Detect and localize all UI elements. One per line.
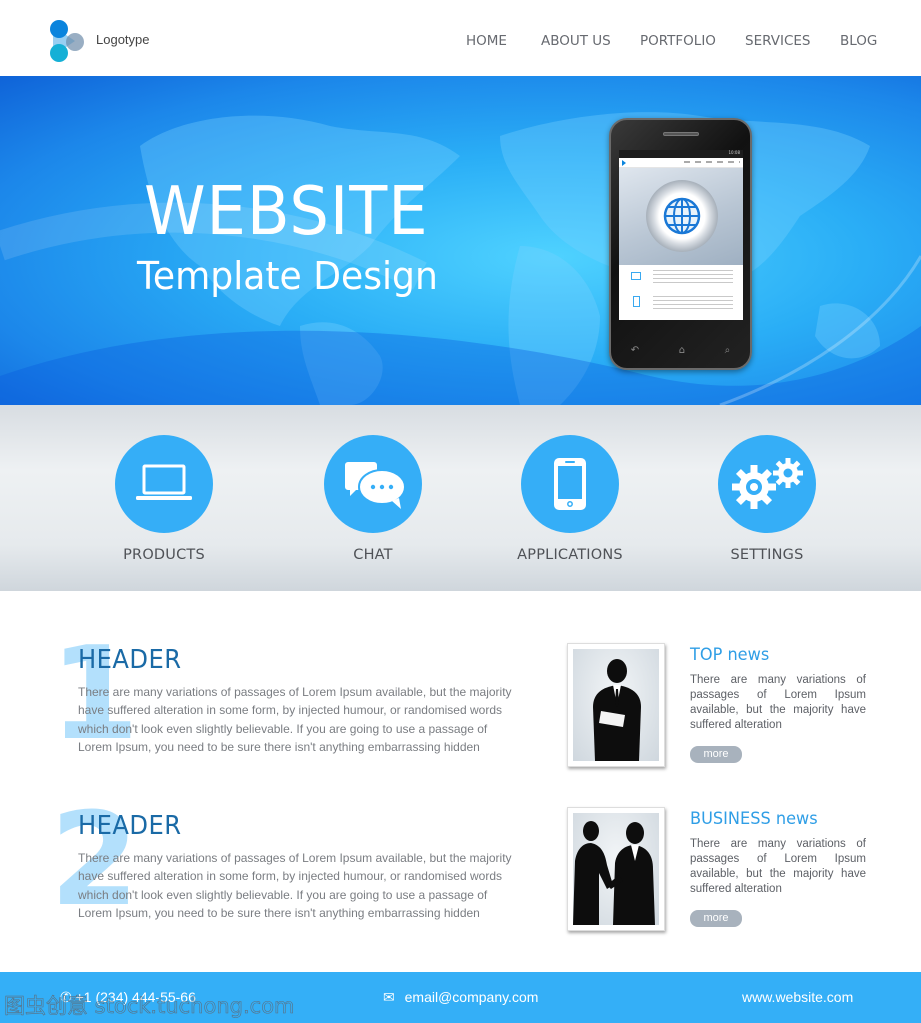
article-2: 2 HEADER There are many variations of pa… <box>50 797 520 941</box>
phone-time: 10:08 <box>728 150 740 155</box>
smartphone-mockup: 10:08 ↶ ⌂ ⌕ <box>609 118 752 370</box>
phone-mini-nav <box>619 158 743 168</box>
nav-home[interactable]: HOME <box>466 33 507 49</box>
back-icon: ↶ <box>630 345 640 356</box>
feature-label: PRODUCTS <box>123 547 205 563</box>
footer-website[interactable]: www.website.com <box>742 989 853 1005</box>
feature-settings[interactable]: SETTINGS <box>687 435 847 563</box>
article-body: There are many variations of passages of… <box>78 685 512 754</box>
news-photo[interactable] <box>567 807 665 931</box>
phone-screen: 10:08 <box>619 150 743 320</box>
globe-icon <box>646 180 718 252</box>
hero-banner: WEBSITE Template Design 10:08 ↶ ⌂ ⌕ <box>0 76 921 405</box>
nav-portfolio[interactable]: PORTFOLIO <box>640 33 716 49</box>
world-map-background <box>0 112 921 405</box>
news-item-top: TOP news There are many variations of pa… <box>567 643 867 773</box>
chat-bubbles-icon <box>345 462 406 509</box>
footer-email[interactable]: ✉ email@company.com <box>383 989 538 1006</box>
home-icon: ⌂ <box>678 345 686 356</box>
gears-icon <box>732 458 803 509</box>
feature-label: CHAT <box>353 547 393 563</box>
envelope-icon: ✉ <box>383 989 395 1005</box>
top-navigation-bar: Logotype HOME ABOUT US PORTFOLIO SERVICE… <box>0 0 921 76</box>
phone-mini-row <box>619 291 743 317</box>
features-band: PRODUCTS CHAT APPLICATIONS SETTINGS <box>0 405 921 591</box>
news-title[interactable]: BUSINESS news <box>690 809 818 829</box>
smartphone-icon <box>554 458 586 510</box>
article-body: There are many variations of passages of… <box>78 851 512 920</box>
feature-applications[interactable]: APPLICATIONS <box>490 435 650 563</box>
nav-blog[interactable]: BLOG <box>840 33 877 49</box>
article-title[interactable]: HEADER <box>78 811 181 841</box>
more-button[interactable]: more <box>690 746 742 763</box>
news-title[interactable]: TOP news <box>690 645 769 665</box>
hero-title: WEBSITE <box>144 172 429 250</box>
businessman-silhouette-icon <box>593 659 641 761</box>
main-nav: HOME ABOUT US PORTFOLIO SERVICES BLOG <box>0 33 921 53</box>
laptop-icon <box>136 464 192 500</box>
handshake-silhouette-icon <box>573 821 655 925</box>
phone-status-bar: 10:08 <box>619 150 743 158</box>
more-button[interactable]: more <box>690 910 742 927</box>
search-icon: ⌕ <box>724 345 731 356</box>
feature-label: APPLICATIONS <box>517 547 623 563</box>
feature-products[interactable]: PRODUCTS <box>84 435 244 563</box>
article-title[interactable]: HEADER <box>78 645 181 675</box>
footer-email-text: email@company.com <box>404 989 539 1005</box>
news-photo[interactable] <box>567 643 665 767</box>
watermark: 图虫创意 stock.tuchong.com <box>4 994 295 1019</box>
nav-about-us[interactable]: ABOUT US <box>541 33 611 49</box>
nav-services[interactable]: SERVICES <box>745 33 810 49</box>
news-body: There are many variations of passages of… <box>690 674 866 731</box>
page: Logotype HOME ABOUT US PORTFOLIO SERVICE… <box>0 0 921 1023</box>
feature-chat[interactable]: CHAT <box>293 435 453 563</box>
phone-buttons: ↶ ⌂ ⌕ <box>611 345 750 356</box>
hero-subtitle: Template Design <box>137 254 438 298</box>
phone-mini-row <box>619 265 743 291</box>
phone-mini-hero <box>619 168 743 265</box>
article-1: 1 HEADER There are many variations of pa… <box>50 631 520 775</box>
feature-label: SETTINGS <box>730 547 804 563</box>
news-body: There are many variations of passages of… <box>690 838 866 895</box>
phone-speaker <box>663 132 699 136</box>
news-item-business: BUSINESS news There are many variations … <box>567 807 867 937</box>
